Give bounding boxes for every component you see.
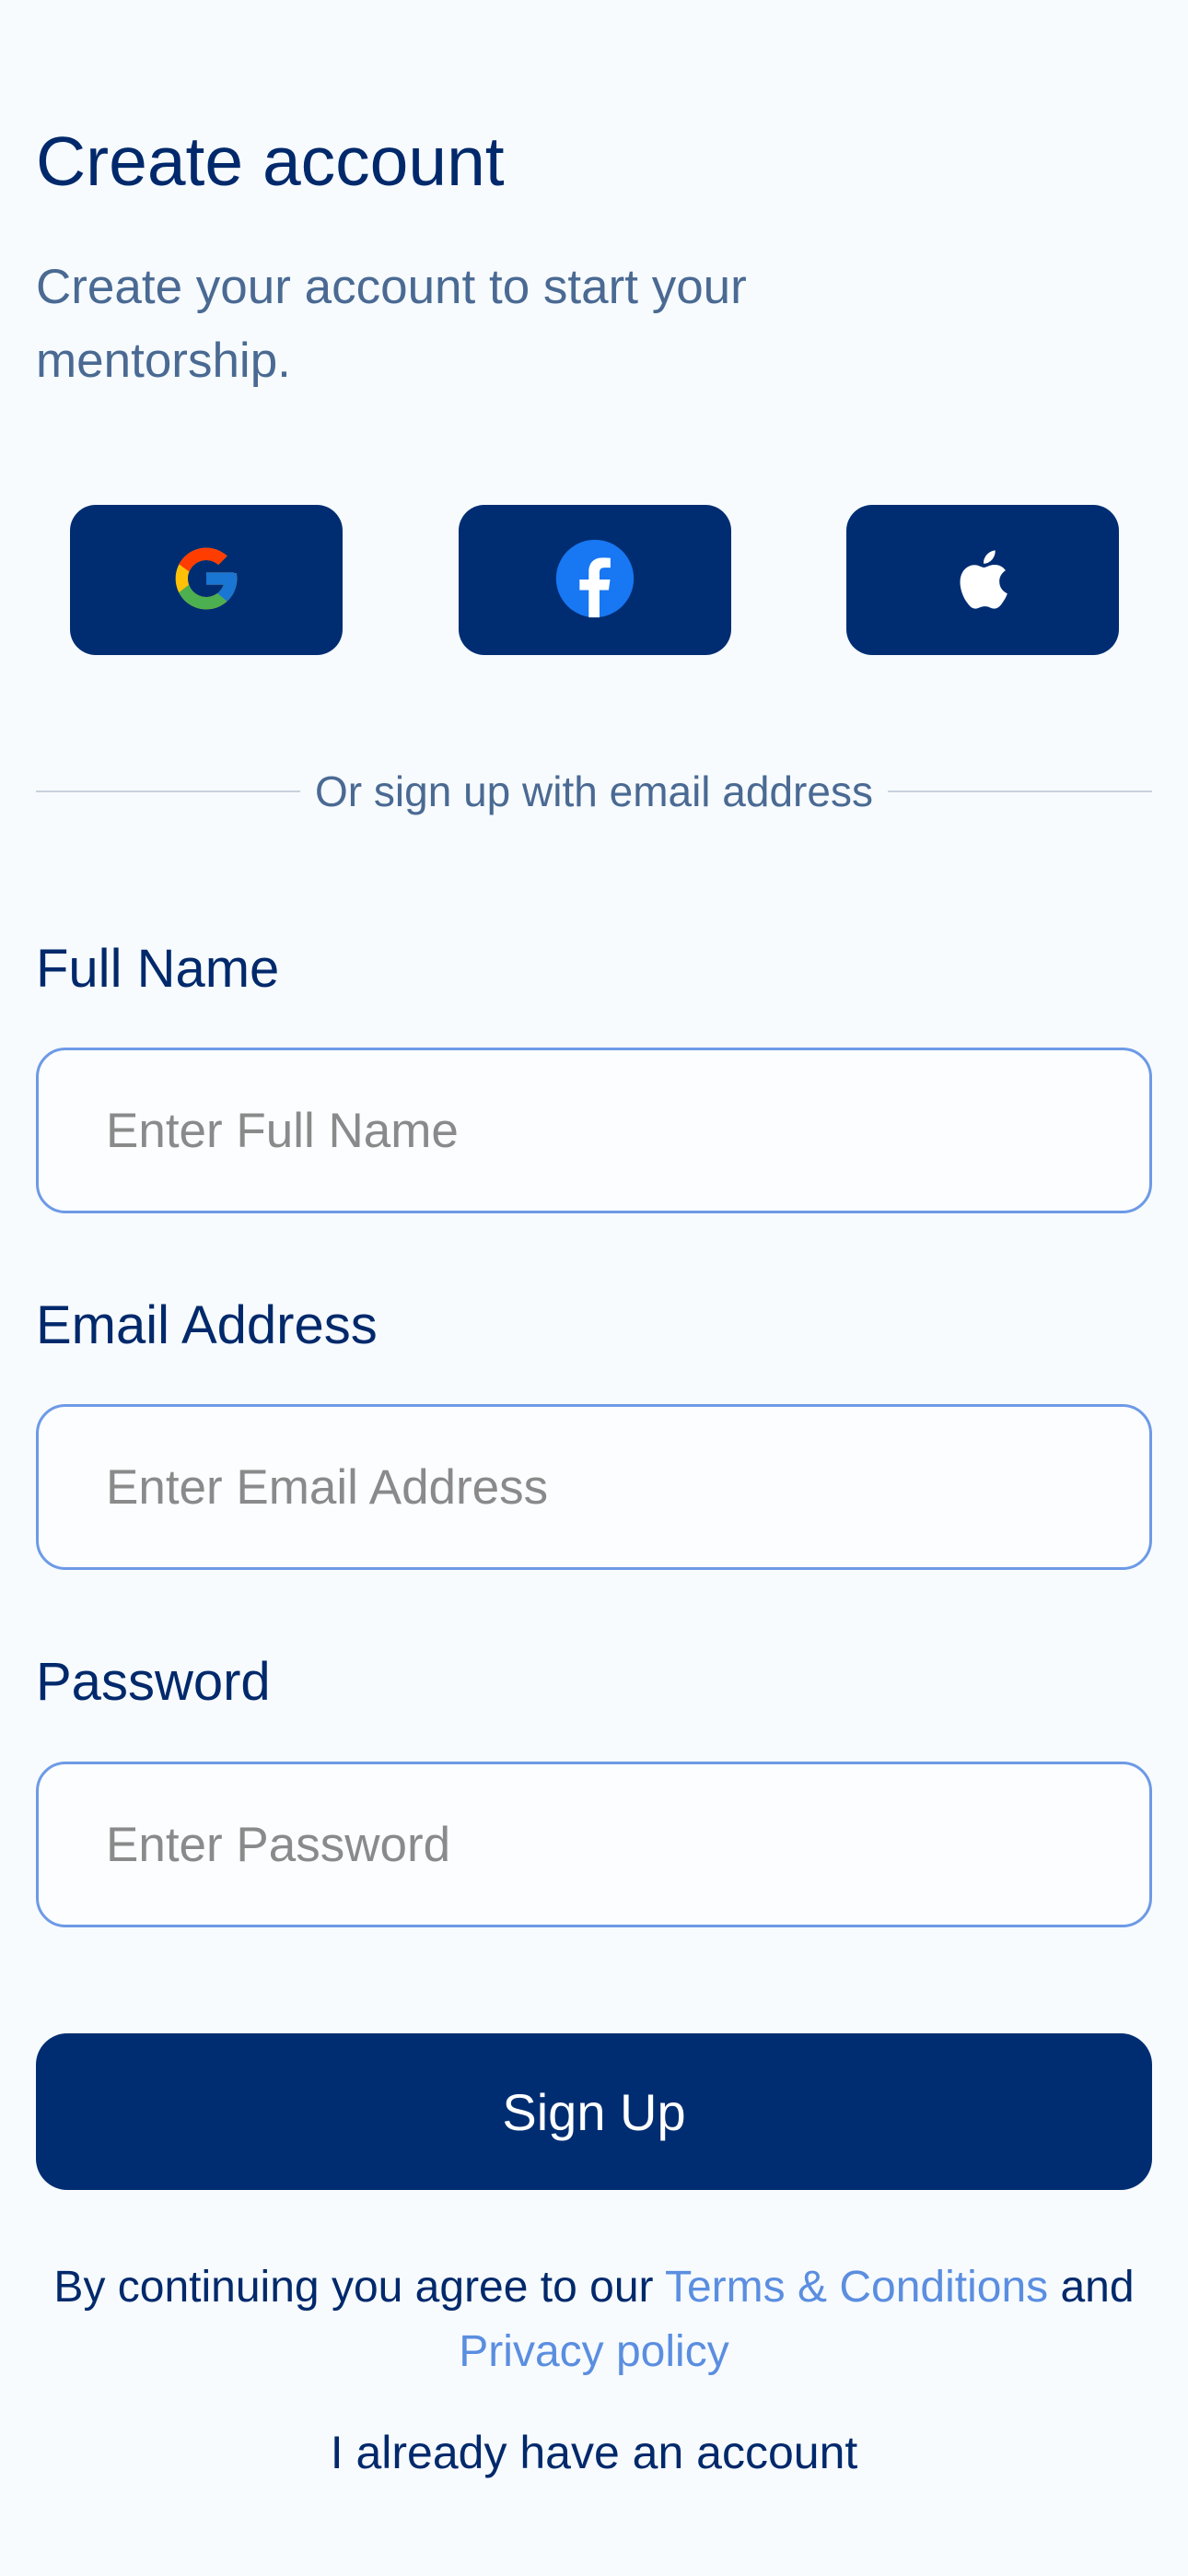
login-link[interactable]: I already have an account	[0, 2425, 1188, 2480]
full-name-label: Full Name	[36, 939, 280, 999]
or-divider: Or sign up with email address	[36, 761, 1152, 822]
google-icon	[169, 542, 243, 618]
page-subtitle: Create your account to start your mentor…	[36, 260, 747, 388]
divider-line-right	[887, 790, 1152, 792]
page-title: Create account	[36, 123, 505, 200]
google-signup-button[interactable]	[70, 505, 343, 655]
full-name-input[interactable]	[36, 1048, 1152, 1213]
privacy-policy-link[interactable]: Privacy policy	[459, 2327, 728, 2376]
email-input[interactable]	[36, 1404, 1152, 1570]
facebook-signup-button[interactable]	[459, 505, 731, 655]
terms-middle: and	[1048, 2263, 1135, 2312]
email-label: Email Address	[36, 1295, 378, 1355]
divider-text: Or sign up with email address	[315, 767, 873, 815]
terms-notice: By continuing you agree to our Terms & C…	[36, 2255, 1152, 2384]
apple-signup-button[interactable]	[846, 505, 1119, 655]
sign-up-button[interactable]: Sign Up	[36, 2033, 1152, 2190]
social-login-row	[0, 505, 1188, 655]
terms-conditions-link[interactable]: Terms & Conditions	[665, 2263, 1048, 2312]
facebook-icon	[553, 536, 637, 624]
apple-icon	[940, 536, 1025, 624]
signup-screen: Create account Create your account to st…	[0, 0, 1188, 2576]
password-label: Password	[36, 1652, 271, 1712]
password-input[interactable]	[36, 1762, 1152, 1927]
divider-line-left	[36, 790, 301, 792]
terms-prefix: By continuing you agree to our	[53, 2263, 665, 2312]
